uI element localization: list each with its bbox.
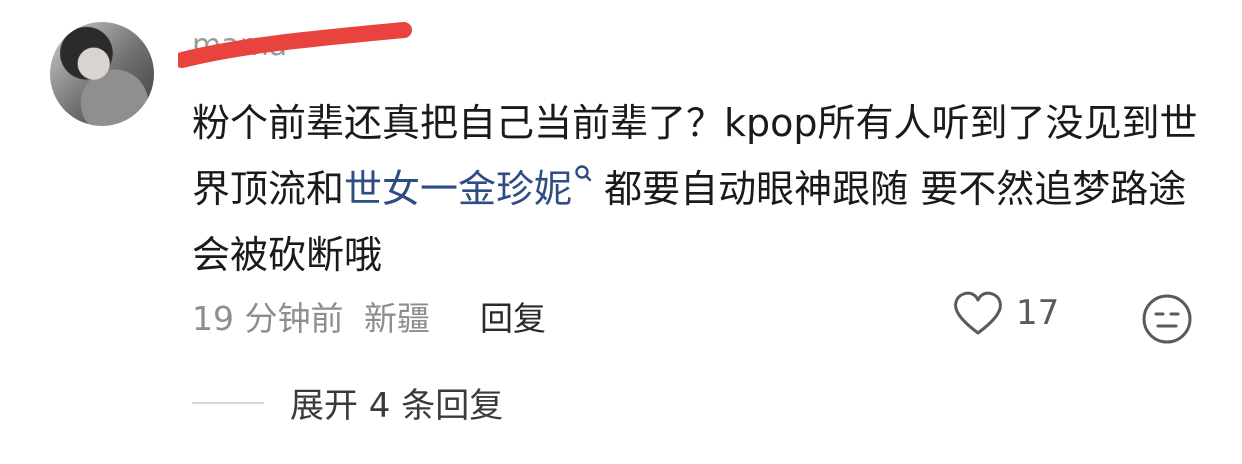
mention-link[interactable]: 世女一金珍妮 (344, 165, 592, 211)
search-icon (575, 165, 592, 182)
mention-text[interactable]: 世女一金珍妮 (344, 167, 572, 211)
like-count: 17 (1016, 293, 1060, 333)
divider-line (192, 401, 264, 404)
comment-location: 新疆 (363, 299, 430, 338)
redaction-mark (178, 22, 412, 68)
avatar[interactable] (50, 22, 154, 126)
expand-replies[interactable]: 展开 4 条回复 (192, 378, 503, 427)
heart-icon (954, 291, 1002, 335)
like-button[interactable]: 17 (952, 290, 1059, 336)
comment-meta: 19 分钟前 新疆 (192, 292, 440, 340)
expand-replies-label[interactable]: 展开 4 条回复 (290, 378, 503, 427)
comment-text: 粉个前辈还真把自己当前辈了？kpop所有人听到了没见到世界顶流和世女一金珍妮 都… (192, 90, 1212, 288)
username-area[interactable]: mama (178, 22, 422, 70)
reply-button[interactable]: 回复 (480, 292, 546, 340)
face-icon (1142, 294, 1192, 344)
comment-time: 19 分钟前 (192, 299, 344, 338)
reaction-button[interactable] (1140, 292, 1194, 350)
